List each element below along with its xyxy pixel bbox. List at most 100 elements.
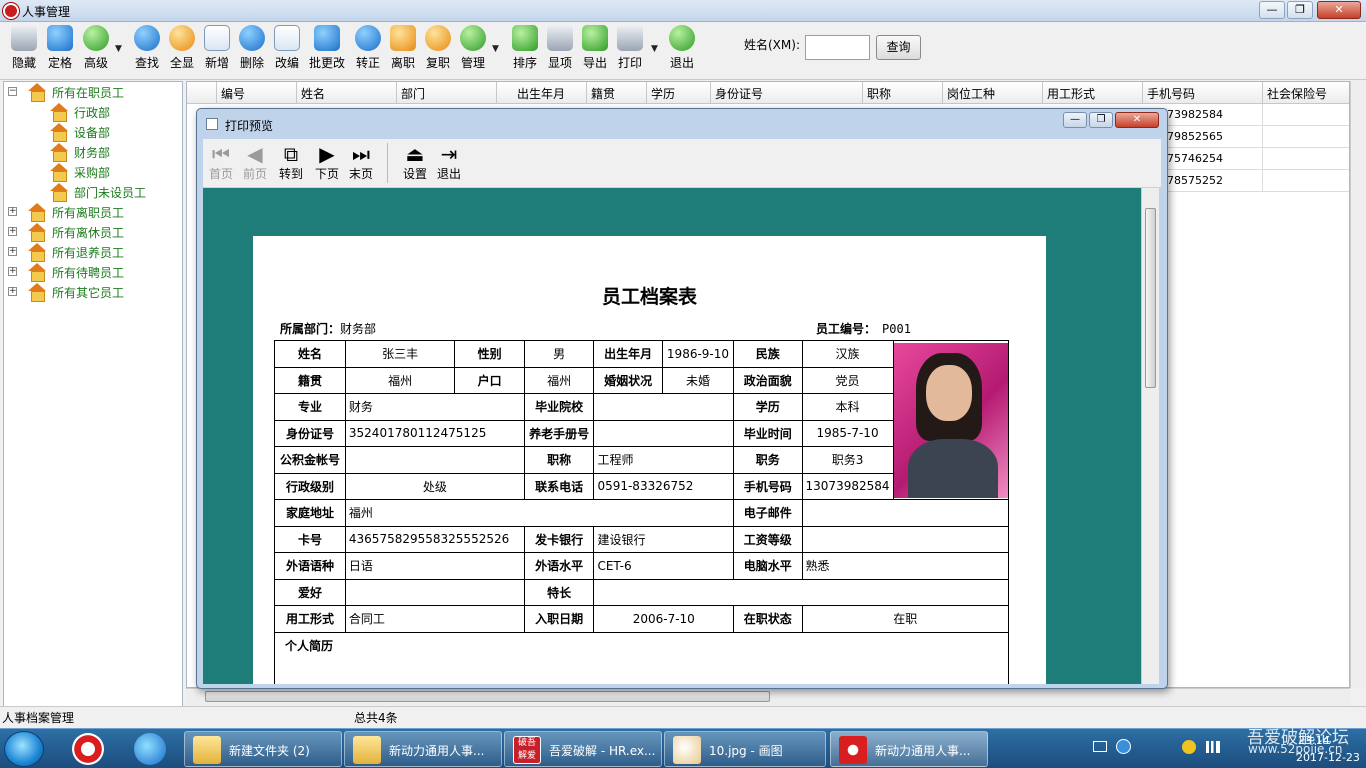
expand-icon[interactable]: + <box>8 287 17 296</box>
taskbar-item-paint[interactable]: 10.jpg - 画图 <box>664 731 826 767</box>
print-button[interactable]: 打印 <box>614 25 646 75</box>
freeze-button[interactable]: 定格 <box>44 25 76 75</box>
column-header[interactable]: 社会保险号 <box>1263 82 1349 104</box>
column-header[interactable]: 学历 <box>647 82 711 104</box>
search-name-input[interactable] <box>805 35 870 60</box>
pencil-icon <box>314 25 340 51</box>
next-page-icon: ▶ <box>319 142 335 166</box>
last-page-icon: ⏭ <box>352 142 370 166</box>
hide-button[interactable]: 隐藏 <box>8 25 40 75</box>
add-button[interactable]: 新增 <box>201 25 233 75</box>
status-bar: 人事档案管理 总共4条 <box>0 706 1366 726</box>
column-header[interactable]: 编号 <box>217 82 297 104</box>
manage-dropdown-icon[interactable]: ▼ <box>492 44 499 54</box>
table-cell[interactable] <box>1263 170 1349 192</box>
help-icon[interactable] <box>1116 739 1131 754</box>
manage-button[interactable]: 管理 <box>457 25 489 75</box>
last-page-button[interactable]: ⏭ 末页 <box>347 143 375 182</box>
clock-date[interactable]: 2017-12-23 <box>1296 751 1360 764</box>
form-title: 员工档案表 <box>601 286 697 308</box>
edit-button[interactable]: 改编 <box>271 25 303 75</box>
resign-button[interactable]: 离职 <box>387 25 419 75</box>
dialog-maximize-button[interactable]: ❐ <box>1089 112 1113 128</box>
prev-page-button[interactable]: ◀ 前页 <box>241 143 269 182</box>
sort-button[interactable]: 排序 <box>509 25 541 75</box>
preview-canvas[interactable]: 员工档案表 所属部门：财务部 员工编号： P001 姓名 张三丰 性别 男 出生年… <box>203 188 1141 684</box>
table-cell[interactable] <box>1263 104 1349 126</box>
rehire-button[interactable]: 复职 <box>422 25 454 75</box>
department-value: 财务部 <box>340 322 377 336</box>
advanced-icon <box>83 25 109 51</box>
goto-page-button[interactable]: ⧉ 转到 <box>277 143 305 182</box>
toolbar-divider <box>387 143 388 183</box>
column-header[interactable]: 部门 <box>397 82 497 104</box>
close-button[interactable]: ✕ <box>1317 1 1361 19</box>
taskbar-item-hr-app[interactable]: 新动力通用人事... <box>344 731 502 767</box>
clock-time[interactable]: 23:14 <box>1298 734 1330 747</box>
export-button[interactable]: 导出 <box>579 25 611 75</box>
delete-button[interactable]: 删除 <box>236 25 268 75</box>
find-button[interactable]: 查找 <box>131 25 163 75</box>
column-header[interactable]: 用工形式 <box>1043 82 1143 104</box>
first-page-button[interactable]: ⏮ 首页 <box>207 143 235 182</box>
exit-arrow-icon <box>669 25 695 51</box>
column-header[interactable]: 姓名 <box>297 82 397 104</box>
taskbar-item-hr-active[interactable]: 新动力通用人事... <box>830 731 988 767</box>
folder-icon <box>193 736 221 764</box>
network-signal-icon[interactable] <box>1206 741 1220 753</box>
house-icon <box>50 103 68 122</box>
house-icon <box>28 263 46 282</box>
exit-door-icon: ⇥ <box>440 142 458 166</box>
dialog-close-button[interactable]: ✕ <box>1115 112 1159 128</box>
preview-exit-button[interactable]: ⇥ 退出 <box>435 143 463 182</box>
query-button[interactable]: 查询 <box>876 35 921 60</box>
window-titlebar[interactable]: 人事管理 — ❐ ✕ <box>0 0 1366 22</box>
dialog-minimize-button[interactable]: — <box>1063 112 1087 128</box>
maximize-button[interactable]: ❐ <box>1287 1 1313 19</box>
collapse-icon[interactable]: − <box>8 87 17 96</box>
app-launcher-icon[interactable] <box>72 733 104 765</box>
minimize-button[interactable]: — <box>1259 1 1285 19</box>
portrait-image <box>894 342 1008 498</box>
column-header[interactable]: 职称 <box>863 82 943 104</box>
column-header[interactable]: 手机号码 <box>1143 82 1263 104</box>
prev-page-icon: ◀ <box>247 142 263 166</box>
regularize-button[interactable]: 转正 <box>352 25 384 75</box>
ie-browser-icon[interactable] <box>134 733 166 765</box>
column-header[interactable]: 岗位工种 <box>943 82 1043 104</box>
batch-edit-button[interactable]: 批更改 <box>308 25 346 75</box>
sort-arrow-icon <box>512 25 538 51</box>
main-toolbar: 隐藏 定格 高级 ▼ 查找 全显 新增 删除 改编 批更改 转正 离职 复职 管… <box>0 22 1366 80</box>
next-page-button[interactable]: ▶ 下页 <box>313 143 341 182</box>
house-icon <box>28 243 46 262</box>
expand-icon[interactable]: + <box>8 247 17 256</box>
expand-icon[interactable]: + <box>8 207 17 216</box>
expand-icon[interactable]: + <box>8 227 17 236</box>
show-all-button[interactable]: 全显 <box>166 25 198 75</box>
expand-icon[interactable]: + <box>8 267 17 276</box>
show-columns-button[interactable]: 显项 <box>544 25 576 75</box>
print-dropdown-icon[interactable]: ▼ <box>651 44 658 54</box>
advanced-dropdown-icon[interactable]: ▼ <box>115 44 122 54</box>
column-header[interactable]: 籍贯 <box>587 82 647 104</box>
qq-icon[interactable] <box>1182 740 1196 754</box>
table-cell[interactable] <box>1263 148 1349 170</box>
resume-section: 个人简历 <box>274 631 1009 684</box>
grid-scroll-thumb[interactable] <box>205 691 770 702</box>
preview-scroll-thumb[interactable] <box>1145 208 1156 388</box>
taskbar-item-folder[interactable]: 新建文件夹 (2) <box>184 731 342 767</box>
folder-icon <box>353 736 381 764</box>
start-button[interactable] <box>4 731 44 767</box>
grid-vertical-scrollbar[interactable] <box>1350 81 1366 688</box>
preview-page: 员工档案表 所属部门：财务部 员工编号： P001 姓名 张三丰 性别 男 出生年… <box>253 236 1046 684</box>
advanced-button[interactable]: 高级 <box>80 25 112 75</box>
taskbar-item-pojie[interactable]: 破吾 解爱 吾爱破解 - HR.ex... <box>504 731 662 767</box>
exit-button[interactable]: 退出 <box>666 25 698 75</box>
column-header[interactable]: 身份证号 <box>711 82 863 104</box>
print-preview-dialog: 打印预览 — ❐ ✕ ⏮ 首页 ◀ 前页 ⧉ 转到 ▶ 下页 ⏭ 末页 ⏏ 设置 ⇥ 退出 员… <box>196 108 1168 689</box>
keyboard-icon[interactable] <box>1093 741 1107 752</box>
table-cell[interactable] <box>1263 126 1349 148</box>
page-setup-button[interactable]: ⏏ 设置 <box>401 143 429 182</box>
house-icon <box>28 283 46 302</box>
column-header[interactable]: 出生年月 <box>497 82 587 104</box>
